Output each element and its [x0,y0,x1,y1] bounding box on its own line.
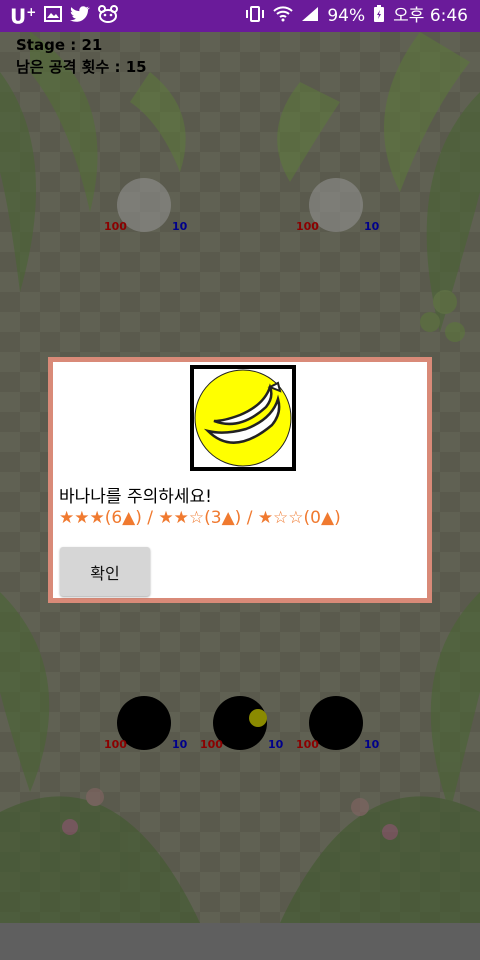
vibrate-icon [245,5,265,27]
attacks-left-label: 남은 공격 횟수 : 15 [16,58,147,76]
signal-icon [301,6,319,26]
wifi-icon [273,6,294,26]
clock: 오후 6:46 [393,5,468,26]
uplus-icon: U+ [10,4,37,29]
status-left: U+ [10,4,119,29]
hole-red-value: 100 [200,738,223,751]
carrier-label: U [10,4,27,29]
hole-red-value: 100 [104,220,127,233]
image-icon [44,6,63,26]
hole-red-value: 100 [296,220,319,233]
stage-label: Stage : 21 [16,36,103,54]
hole-blue-value: 10 [172,738,188,751]
status-right: 94% 오후 6:46 [245,5,468,27]
confirm-button[interactable]: 확인 [60,547,150,596]
battery-icon [373,5,385,27]
banana-icon [190,365,296,471]
hole-blue-value: 10 [172,220,188,233]
hole-blue-value: 10 [364,220,380,233]
twitter-icon [70,6,91,26]
warning-dialog: 바나나를 주의하세요! ★★★(6▲) / ★★☆(3▲) / ★☆☆(0▲) … [48,357,432,603]
hud: Stage : 21 남은 공격 횟수 : 15 [16,34,147,78]
dialog-message: 바나나를 주의하세요! [59,487,212,507]
star-rating-text: ★★★(6▲) / ★★☆(3▲) / ★☆☆(0▲) [59,508,341,528]
hole-blue-value: 10 [268,738,284,751]
hole-red-value: 100 [296,738,319,751]
hole-red-value: 100 [104,738,127,751]
pebble-icon [249,709,267,727]
bear-icon [98,5,119,27]
navigation-bar [0,923,480,960]
battery-percent: 94% [327,5,366,26]
status-bar: U+ 94% 오후 6:46 [0,0,480,32]
hole-blue-value: 10 [364,738,380,751]
